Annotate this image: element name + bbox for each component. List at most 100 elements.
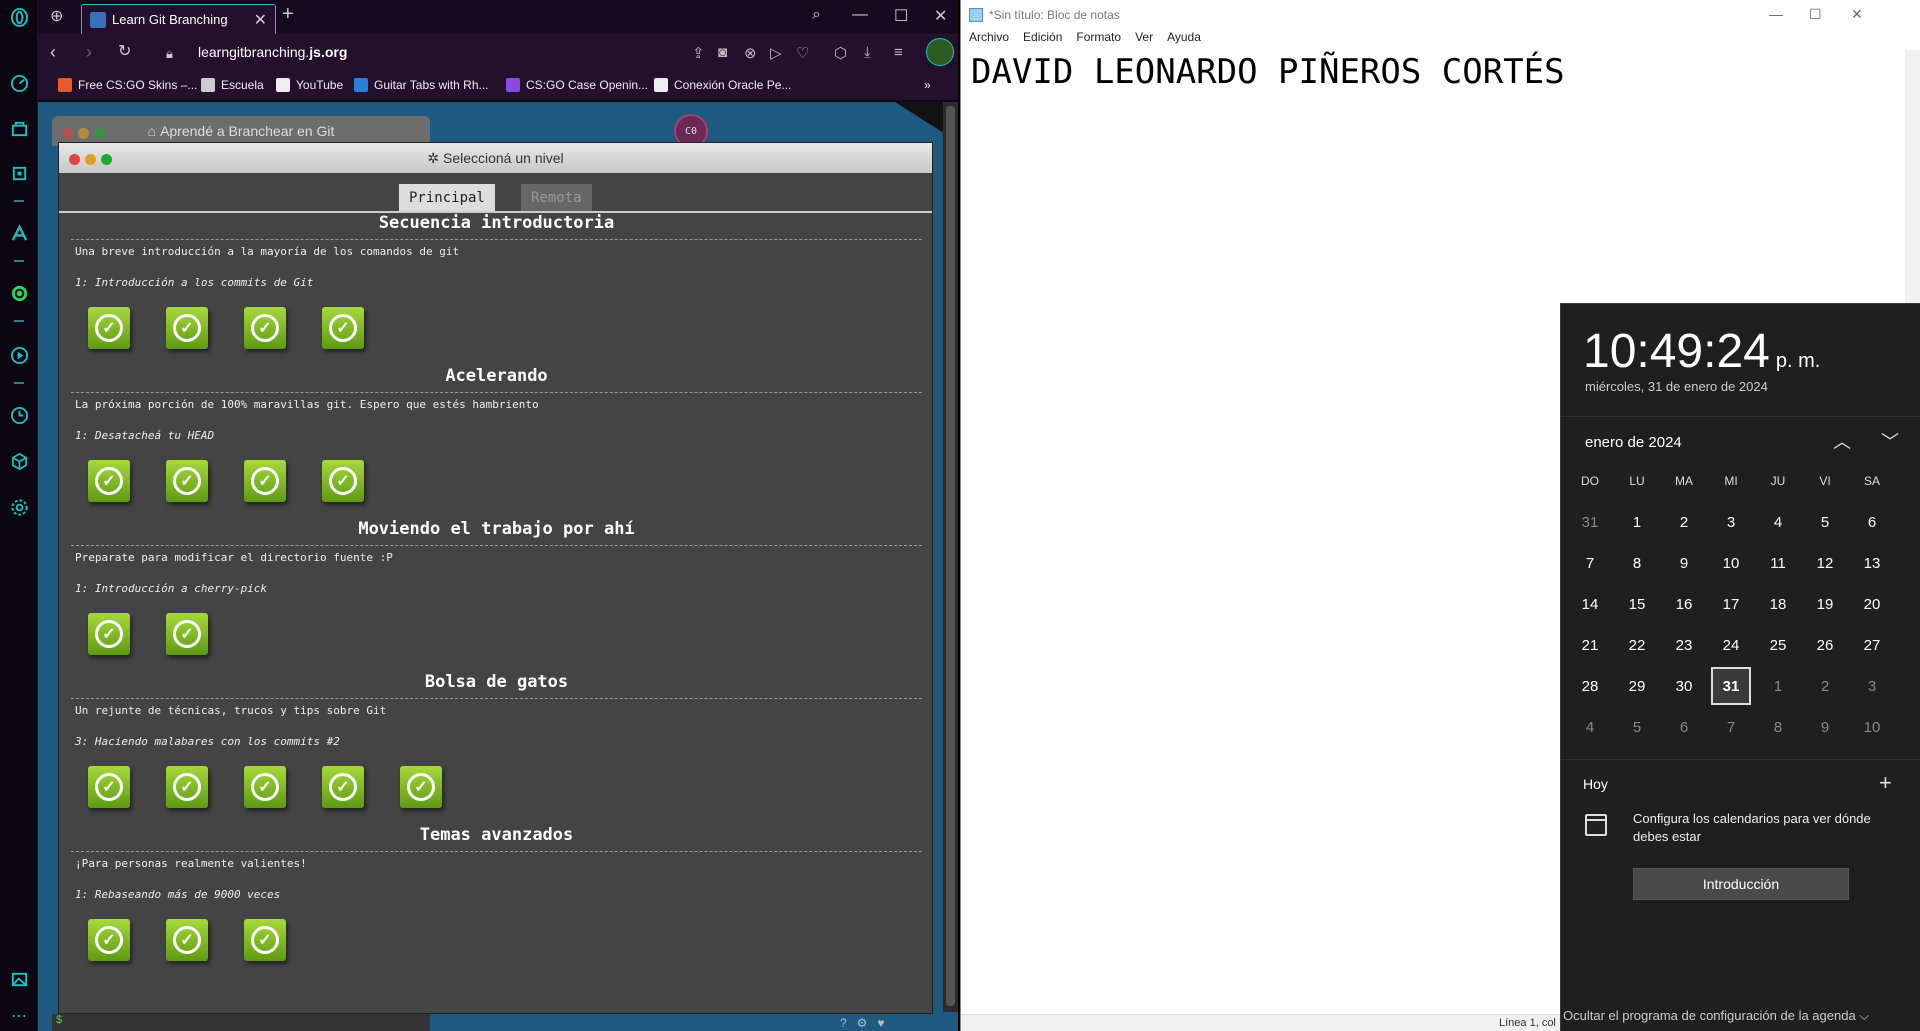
download-icon[interactable]: ⤓	[864, 44, 871, 61]
bookmark-item[interactable]: Guitar Tabs with Rh...	[354, 78, 489, 92]
tab-learn-git-branching[interactable]: Learn Git Branching ✕	[81, 4, 276, 34]
calendar-day[interactable]: 9	[1660, 544, 1708, 582]
bookmark-item[interactable]: Conexión Oracle Pe...	[654, 78, 791, 92]
cube-icon[interactable]	[8, 450, 30, 472]
player-icon[interactable]	[8, 344, 30, 366]
close-button[interactable]	[69, 154, 80, 165]
calendar-day[interactable]: 31	[1566, 503, 1614, 541]
calendar-day[interactable]: 23	[1660, 626, 1708, 664]
store-icon[interactable]	[8, 117, 30, 139]
menu-archivo[interactable]: Archivo	[969, 30, 1009, 50]
calendar-day[interactable]: 19	[1801, 585, 1849, 623]
calendar-day[interactable]: 14	[1566, 585, 1614, 623]
minimize-icon[interactable]: —	[1769, 6, 1783, 22]
close-window-icon[interactable]: ✕	[934, 6, 947, 26]
menu-ayuda[interactable]: Ayuda	[1167, 30, 1201, 50]
scrollbar-thumb[interactable]	[946, 106, 955, 1006]
calendar-day[interactable]: 29	[1613, 667, 1661, 705]
level-complete-button[interactable]: ✓	[88, 766, 130, 808]
settings-icon[interactable]	[8, 496, 30, 518]
chevron-up-icon[interactable]: ︿	[1833, 428, 1851, 454]
calendar-day[interactable]: 6	[1848, 503, 1896, 541]
level-complete-button[interactable]: ✓	[88, 460, 130, 502]
adblock-icon[interactable]: ⊗	[744, 44, 757, 62]
aria-icon[interactable]	[8, 222, 30, 244]
whatsapp-icon[interactable]	[8, 282, 30, 304]
calendar-day[interactable]: 7	[1566, 544, 1614, 582]
level-complete-button[interactable]: ✓	[166, 919, 208, 961]
level-complete-button[interactable]: ✓	[322, 766, 364, 808]
level-complete-button[interactable]: ✓	[166, 307, 208, 349]
calendar-day[interactable]: 25	[1754, 626, 1802, 664]
level-complete-button[interactable]: ✓	[166, 766, 208, 808]
calendar-day[interactable]: 28	[1566, 667, 1614, 705]
search-icon[interactable]: ⌕	[812, 6, 821, 24]
calendar-day[interactable]: 15	[1613, 585, 1661, 623]
send-icon[interactable]: ▷	[770, 44, 782, 62]
level-complete-button[interactable]: ✓	[322, 307, 364, 349]
calendar-day[interactable]: 12	[1801, 544, 1849, 582]
help-icons[interactable]: ?⚙♥	[840, 1016, 895, 1030]
level-complete-button[interactable]: ✓	[244, 307, 286, 349]
calendar-day[interactable]: 22	[1613, 626, 1661, 664]
new-tab-icon[interactable]: +	[282, 3, 294, 26]
calendar-day[interactable]: 27	[1848, 626, 1896, 664]
calendar-day-today[interactable]: 31	[1711, 667, 1751, 705]
calendar-day[interactable]: 3	[1707, 503, 1755, 541]
bookmark-item[interactable]: YouTube	[276, 78, 343, 92]
close-tab-icon[interactable]: ✕	[254, 10, 267, 30]
gallery-icon[interactable]	[8, 968, 30, 990]
month-label[interactable]: enero de 2024	[1585, 434, 1682, 451]
level-complete-button[interactable]: ✓	[322, 460, 364, 502]
extension-icon[interactable]: ⬡	[834, 44, 847, 62]
cpu-icon[interactable]	[8, 162, 30, 184]
calendar-day[interactable]: 5	[1613, 708, 1661, 746]
level-complete-button[interactable]: ✓	[166, 613, 208, 655]
tab-principal[interactable]: Principal	[399, 184, 495, 211]
calendar-day[interactable]: 4	[1754, 503, 1802, 541]
bookmarks-more-icon[interactable]: »	[924, 78, 931, 92]
calendar-day[interactable]: 11	[1754, 544, 1802, 582]
url-field[interactable]: learngitbranching.js.org	[198, 44, 347, 60]
level-complete-button[interactable]: ✓	[166, 460, 208, 502]
zoom-button[interactable]	[101, 154, 112, 165]
calendar-day[interactable]: 1	[1754, 667, 1802, 705]
hide-agenda-link[interactable]: Ocultar el programa de configuración de …	[1563, 1008, 1869, 1024]
menu-ver[interactable]: Ver	[1135, 30, 1153, 50]
calendar-day[interactable]: 7	[1707, 708, 1755, 746]
calendar-day[interactable]: 18	[1754, 585, 1802, 623]
calendar-day[interactable]: 26	[1801, 626, 1849, 664]
heart-icon[interactable]: ♡	[796, 44, 809, 62]
share-icon[interactable]: ⇪	[692, 44, 705, 62]
tab-remota[interactable]: Remota	[521, 184, 592, 211]
maximize-icon[interactable]: ☐	[1809, 6, 1822, 23]
calendar-day[interactable]: 16	[1660, 585, 1708, 623]
calendar-day[interactable]: 2	[1801, 667, 1849, 705]
menu-edicion[interactable]: Edición	[1023, 30, 1062, 50]
calendar-day[interactable]: 20	[1848, 585, 1896, 623]
page-scrollbar[interactable]	[943, 102, 958, 1012]
level-complete-button[interactable]: ✓	[88, 307, 130, 349]
back-icon[interactable]: ‹	[50, 43, 56, 61]
reload-icon[interactable]: ↻	[118, 43, 131, 61]
opera-logo-icon[interactable]	[8, 6, 30, 28]
calendar-day[interactable]: 13	[1848, 544, 1896, 582]
long-date[interactable]: miércoles, 31 de enero de 2024	[1585, 379, 1768, 394]
forward-icon[interactable]: ›	[86, 43, 92, 61]
calendar-day[interactable]: 17	[1707, 585, 1755, 623]
calendar-day[interactable]: 21	[1566, 626, 1614, 664]
calendar-day[interactable]: 8	[1754, 708, 1802, 746]
calendar-day[interactable]: 9	[1801, 708, 1849, 746]
close-icon[interactable]: ✕	[1851, 6, 1863, 23]
introduccion-button[interactable]: Introducción	[1633, 868, 1849, 900]
level-complete-button[interactable]: ✓	[88, 919, 130, 961]
calendar-day[interactable]: 24	[1707, 626, 1755, 664]
calendar-day[interactable]: 10	[1707, 544, 1755, 582]
level-complete-button[interactable]: ✓	[244, 919, 286, 961]
bookmark-item[interactable]: Escuela	[201, 78, 264, 92]
calendar-day[interactable]: 6	[1660, 708, 1708, 746]
profile-avatar[interactable]	[926, 38, 954, 66]
minimize-button[interactable]	[85, 154, 96, 165]
calendar-day[interactable]: 8	[1613, 544, 1661, 582]
level-complete-button[interactable]: ✓	[244, 460, 286, 502]
